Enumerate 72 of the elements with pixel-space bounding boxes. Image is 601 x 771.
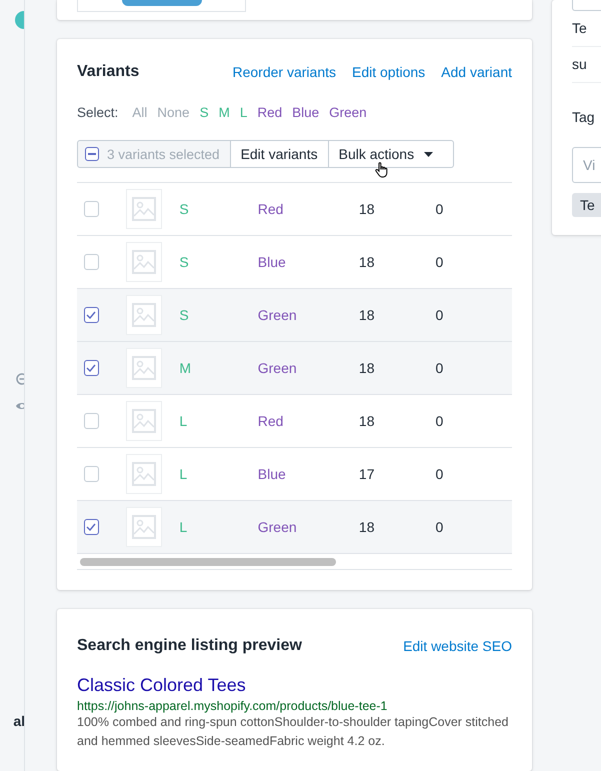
list-item[interactable]: su [572,47,601,83]
table-cell-text: 0 [435,360,444,376]
color-cell-text: Red [258,201,284,217]
row-checkbox[interactable] [84,307,99,323]
size-cell-text: S [179,307,190,323]
card-title: Search engine listing preview [77,637,303,655]
checkmark-icon [86,364,96,372]
size-cell-text: L [179,413,188,429]
size-cell-text: S [179,254,190,270]
color-cell-text: Blue [258,466,287,482]
selected-count: 3 variants selected [107,146,220,162]
checkmark-icon [86,523,96,531]
table-cell-text: 0 [435,254,444,270]
image-icon [132,462,156,486]
listing-url: https://johns-apparel.myshopify.com/products/blue-tee-1 [77,699,388,713]
tags-input-field[interactable]: Vi [572,147,601,183]
action-link[interactable]: Edit options [352,64,426,80]
scrollbar-thumb[interactable] [80,558,336,566]
input-field[interactable] [572,0,601,11]
listing-description: 100% combed and ring-spun cottonShoulder-to-shoulder tapingCover stitched and hemmed sleevesSide-seamedFabric weight 4.2 oz. [77,714,510,750]
select-option-link[interactable]: Blue [292,105,320,120]
table-cell-text: 0 [435,413,444,429]
color-cell-text: Green [258,360,298,376]
size-cell-text: M [179,360,192,376]
edit-seo-link[interactable]: Edit website SEO [403,638,512,654]
image-icon [132,515,156,539]
caret-icon [424,152,434,156]
image-icon [132,409,156,433]
image-icon [132,303,156,327]
table-cell-text: 0 [435,519,444,535]
bulk-checkbox[interactable] [85,147,99,161]
color-cell-text: Blue [258,254,287,270]
size-cell-text: L [179,466,188,482]
table-cell-text: 0 [435,201,444,217]
hand-cursor-icon [374,162,389,178]
tag[interactable]: Te [572,193,601,217]
table-cell-text: 0 [435,466,444,482]
color-cell-text: Green [258,307,298,323]
size-cell-text: L [179,519,188,535]
image-icon [132,197,156,221]
select-option-link[interactable]: None [157,105,190,120]
table-cell-text: 18 [358,413,376,429]
table-cell-text: 17 [358,466,376,482]
listing-title: Classic Colored Tees [77,675,247,696]
card-title: Variants [77,63,140,81]
select-option-link[interactable]: All [132,105,148,120]
sidebar-text: al [13,713,24,729]
checkmark-icon [86,311,96,319]
color-cell-text: Red [258,413,284,429]
list-item[interactable]: Te [572,11,601,47]
size-cell-text: S [179,201,190,217]
table-cell-text: 18 [358,307,376,323]
color-cell-text: Green [258,519,298,535]
select-option-link[interactable]: M [218,105,230,120]
table-cell-text: 18 [358,254,376,270]
action-link[interactable]: Add variant [441,64,512,80]
table-cell-text: 18 [358,360,376,376]
select-option-link[interactable]: Green [329,105,367,120]
edit-variants-button[interactable]: Edit variants [230,140,329,168]
select-option-link[interactable]: S [200,105,209,120]
select-option-link[interactable]: Red [257,105,282,120]
select-option-link[interactable]: L [240,105,248,120]
select-label: Select: [77,105,118,120]
table-cell-text: 18 [358,519,376,535]
action-link[interactable]: Reorder variants [232,64,336,80]
table-cell-text: 0 [435,307,444,323]
row-checkbox[interactable] [84,360,99,376]
table-cell-text: 18 [358,201,376,217]
tags-title: Tag [572,109,596,125]
image-icon [132,356,156,380]
image-icon [132,250,156,274]
row-checkbox[interactable] [84,519,99,535]
